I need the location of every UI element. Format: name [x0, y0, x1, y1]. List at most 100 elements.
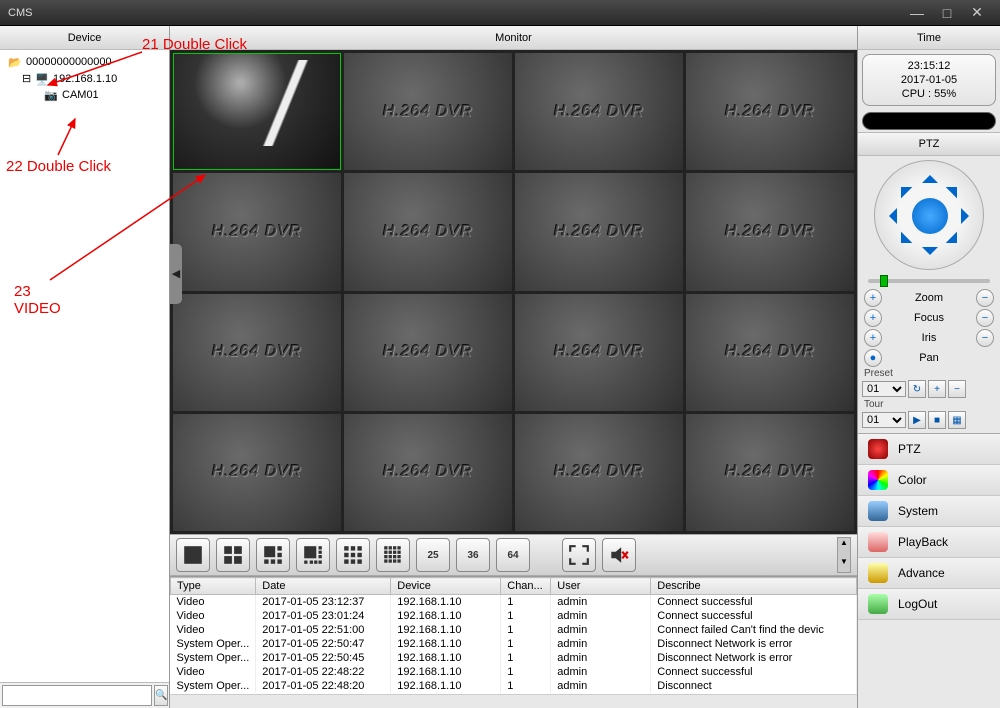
tour-edit-button[interactable]: ▦ — [948, 411, 966, 429]
search-input[interactable] — [2, 685, 152, 706]
pan-label: Pan — [885, 352, 973, 364]
menu-playback[interactable]: PlayBack — [858, 527, 1000, 558]
playback-icon — [868, 532, 888, 552]
col-user[interactable]: User — [551, 578, 651, 595]
color-icon — [868, 470, 888, 490]
tree-root-label: 00000000000000 — [26, 56, 112, 68]
preset-add-button[interactable]: + — [928, 380, 946, 398]
ptz-down-button[interactable] — [922, 247, 938, 263]
col-type[interactable]: Type — [171, 578, 256, 595]
col-date[interactable]: Date — [256, 578, 391, 595]
layout-toolbar: 25 36 64 — [170, 534, 857, 576]
layout-8-button[interactable] — [296, 538, 330, 572]
menu-logout[interactable]: LogOut — [858, 589, 1000, 620]
video-cell-5[interactable]: H.264 DVR — [173, 173, 341, 290]
video-cell-11[interactable]: H.264 DVR — [515, 294, 683, 411]
col-device[interactable]: Device — [391, 578, 501, 595]
tour-select[interactable]: 01 — [862, 412, 906, 428]
search-button[interactable]: 🔍 — [154, 685, 168, 706]
tree-root[interactable]: 📂 00000000000000 — [4, 54, 165, 70]
ptz-right-button[interactable] — [961, 208, 977, 224]
preset-select[interactable]: 01 — [862, 381, 906, 397]
log-row[interactable]: System Oper...2017-01-05 22:50:47192.168… — [171, 637, 857, 651]
video-cell-6[interactable]: H.264 DVR — [344, 173, 512, 290]
toolbar-scroll[interactable] — [837, 537, 851, 573]
mute-button[interactable] — [602, 538, 636, 572]
video-cell-2[interactable]: H.264 DVR — [344, 53, 512, 170]
pan-button[interactable]: ● — [864, 349, 882, 367]
zoom-in-button[interactable]: + — [864, 289, 882, 307]
status-bar — [862, 112, 996, 130]
tour-play-button[interactable]: ▶ — [908, 411, 926, 429]
ptz-dpad — [874, 160, 984, 270]
layout-1-button[interactable] — [176, 538, 210, 572]
collapse-left-button[interactable]: ◀ — [170, 244, 182, 304]
log-row[interactable]: Video2017-01-05 22:51:00192.168.1.101adm… — [171, 623, 857, 637]
tour-stop-button[interactable]: ■ — [928, 411, 946, 429]
menu-ptz[interactable]: PTZ — [858, 434, 1000, 465]
layout-9-button[interactable] — [336, 538, 370, 572]
focus-out-button[interactable]: − — [976, 309, 994, 327]
ptz-downright-button[interactable] — [946, 232, 969, 255]
video-cell-8[interactable]: H.264 DVR — [686, 173, 854, 290]
log-row[interactable]: Video2017-01-05 23:01:24192.168.1.101adm… — [171, 609, 857, 623]
dvr-icon: 🖥️ — [35, 73, 49, 85]
log-row[interactable]: Video2017-01-05 22:48:22192.168.1.101adm… — [171, 665, 857, 679]
info-cpu: CPU : 55% — [867, 87, 991, 101]
log-row[interactable]: System Oper...2017-01-05 22:48:20192.168… — [171, 679, 857, 693]
video-cell-16[interactable]: H.264 DVR — [686, 414, 854, 531]
iris-close-button[interactable]: − — [976, 329, 994, 347]
menu-color[interactable]: Color — [858, 465, 1000, 496]
logout-icon — [868, 594, 888, 614]
log-scrollbar[interactable] — [170, 694, 857, 708]
device-tree[interactable]: 📂 00000000000000 ⊟ 🖥️ 192.168.1.10 📷 CAM… — [0, 50, 169, 682]
log-row[interactable]: Video2017-01-05 23:12:37192.168.1.101adm… — [171, 595, 857, 610]
close-button[interactable]: ✕ — [962, 4, 992, 21]
zoom-out-button[interactable]: − — [976, 289, 994, 307]
maximize-button[interactable]: □ — [932, 5, 962, 21]
layout-16-button[interactable] — [376, 538, 410, 572]
video-cell-14[interactable]: H.264 DVR — [344, 414, 512, 531]
video-cell-4[interactable]: H.264 DVR — [686, 53, 854, 170]
iris-open-button[interactable]: + — [864, 329, 882, 347]
layout-64-button[interactable]: 64 — [496, 538, 530, 572]
tree-camera[interactable]: 📷 CAM01 — [4, 87, 165, 103]
ptz-left-button[interactable] — [881, 208, 897, 224]
ptz-downleft-button[interactable] — [890, 232, 913, 255]
folder-icon: 📂 — [8, 56, 22, 68]
video-cell-1[interactable] — [173, 53, 341, 170]
video-cell-12[interactable]: H.264 DVR — [686, 294, 854, 411]
advance-icon — [868, 563, 888, 583]
ptz-speed-slider[interactable] — [868, 276, 990, 286]
ptz-center-button[interactable] — [912, 198, 948, 234]
focus-label: Focus — [885, 312, 973, 324]
ptz-up-button[interactable] — [922, 167, 938, 183]
zoom-label: Zoom — [885, 292, 973, 304]
menu-advance[interactable]: Advance — [858, 558, 1000, 589]
fullscreen-button[interactable] — [562, 538, 596, 572]
layout-6-button[interactable] — [256, 538, 290, 572]
preset-goto-button[interactable]: ↻ — [908, 380, 926, 398]
tree-dvr[interactable]: ⊟ 🖥️ 192.168.1.10 — [4, 70, 165, 87]
video-cell-7[interactable]: H.264 DVR — [515, 173, 683, 290]
layout-36-button[interactable]: 36 — [456, 538, 490, 572]
device-panel: Device 📂 00000000000000 ⊟ 🖥️ 192.168.1.1… — [0, 26, 170, 708]
video-cell-10[interactable]: H.264 DVR — [344, 294, 512, 411]
video-cell-3[interactable]: H.264 DVR — [515, 53, 683, 170]
focus-in-button[interactable]: + — [864, 309, 882, 327]
col-channel[interactable]: Chan... — [501, 578, 551, 595]
expander-icon[interactable]: ⊟ — [22, 72, 31, 85]
log-row[interactable]: System Oper...2017-01-05 22:50:45192.168… — [171, 651, 857, 665]
layout-4-button[interactable] — [216, 538, 250, 572]
video-cell-15[interactable]: H.264 DVR — [515, 414, 683, 531]
layout-25-button[interactable]: 25 — [416, 538, 450, 572]
preset-del-button[interactable]: − — [948, 380, 966, 398]
video-cell-13[interactable]: H.264 DVR — [173, 414, 341, 531]
ptz-upright-button[interactable] — [946, 176, 969, 199]
ptz-upleft-button[interactable] — [890, 176, 913, 199]
menu-system[interactable]: System — [858, 496, 1000, 527]
col-describe[interactable]: Describe — [651, 578, 857, 595]
video-cell-9[interactable]: H.264 DVR — [173, 294, 341, 411]
log-table[interactable]: Type Date Device Chan... User Describe V… — [170, 577, 857, 693]
minimize-button[interactable]: — — [902, 5, 932, 21]
